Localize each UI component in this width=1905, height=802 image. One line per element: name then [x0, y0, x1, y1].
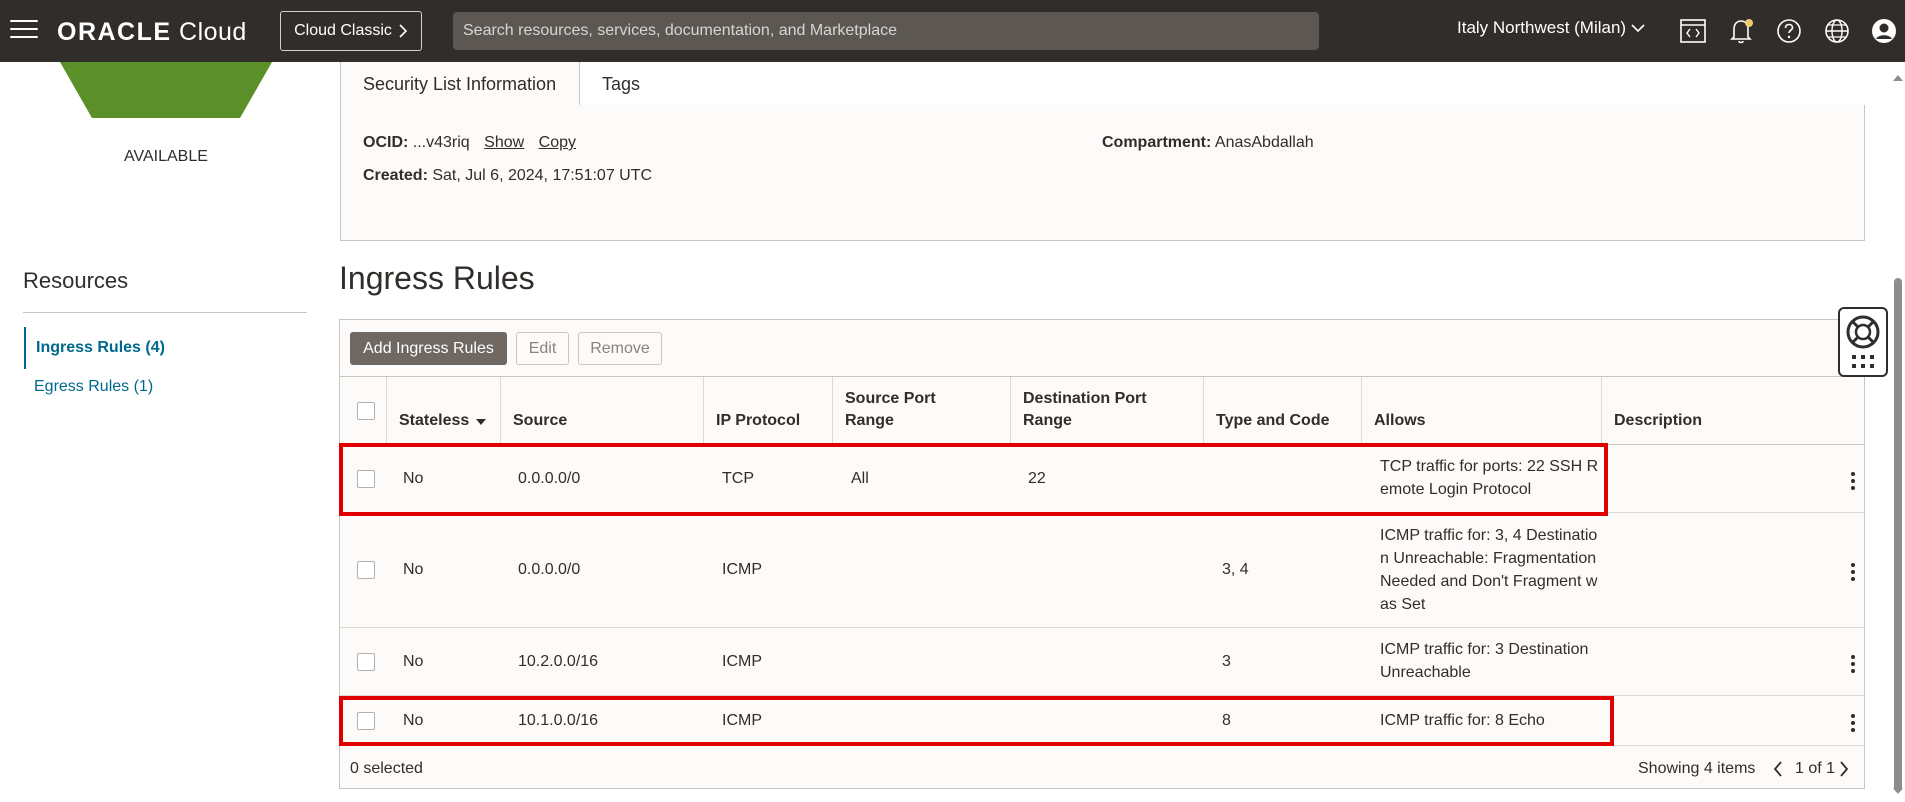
column-description: Description	[1601, 377, 1864, 445]
cell-stateless: No	[403, 653, 424, 670]
page-scrollbar[interactable]	[1889, 62, 1905, 802]
security-list-status-hexagon	[60, 62, 272, 118]
resources-title: Resources	[23, 268, 129, 293]
showing-count: Showing 4 items	[1638, 760, 1756, 777]
edit-button[interactable]: Edit	[516, 332, 569, 365]
tab-tags[interactable]: Tags	[580, 62, 662, 106]
scroll-up-icon[interactable]	[1892, 74, 1904, 82]
cell-allows: ICMP traffic for: 3, 4 Destination Unrea…	[1380, 527, 1598, 613]
select-all-header	[340, 377, 386, 445]
add-ingress-rules-button[interactable]: Add Ingress Rules	[350, 332, 507, 365]
column-destination-port-range: Destination Port Range	[1010, 377, 1203, 445]
table-row: No 10.2.0.0/16 ICMP 3 ICMP traffic for: …	[340, 628, 1864, 696]
highlight-box-ssh-rule	[339, 443, 1608, 516]
show-ocid-link[interactable]: Show	[484, 134, 524, 151]
sort-desc-icon	[476, 419, 487, 425]
cell-source: 10.2.0.0/16	[518, 653, 599, 670]
remove-button[interactable]: Remove	[578, 332, 662, 365]
ocid-field: OCID: ...v43riq Show Copy	[363, 134, 576, 151]
tab-security-list-information[interactable]: Security List Information	[340, 62, 580, 107]
compartment-field: Compartment: AnasAbdallah	[1102, 134, 1314, 151]
info-panel: OCID: ...v43riq Show Copy Created: Sat, …	[340, 105, 1865, 241]
cell-type-and-code: 3	[1222, 653, 1231, 670]
bell-icon[interactable]	[1727, 16, 1757, 46]
cloud-classic-button[interactable]: Cloud Classic	[280, 11, 422, 51]
search-input[interactable]: Search resources, services, documentatio…	[453, 12, 1319, 50]
row-actions-icon[interactable]	[1850, 655, 1856, 673]
column-allows: Allows	[1361, 377, 1601, 445]
oracle-cloud-logo[interactable]: ORACLE Cloud	[57, 18, 247, 47]
table-footer: 0 selected Showing 4 items 1 of 1	[340, 746, 1864, 790]
row-checkbox[interactable]	[357, 561, 375, 579]
table-header: Stateless Source IP Protocol Source Port…	[340, 377, 1864, 445]
copy-ocid-link[interactable]: Copy	[539, 134, 576, 151]
tab-bar: Security List Information Tags	[340, 62, 1865, 107]
column-source: Source	[500, 377, 703, 445]
lifebuoy-icon	[1846, 315, 1880, 368]
column-stateless[interactable]: Stateless	[386, 377, 500, 445]
column-source-port-range: Source Port Range	[832, 377, 1010, 445]
code-editor-icon[interactable]	[1678, 16, 1708, 46]
globe-icon[interactable]	[1822, 16, 1852, 46]
sidebar-item-ingress-rules[interactable]: Ingress Rules (4)	[24, 327, 165, 369]
cell-ip-protocol: ICMP	[722, 653, 762, 670]
highlight-box-echo-rule	[339, 696, 1614, 746]
scroll-down-icon[interactable]	[1892, 787, 1904, 795]
select-all-checkbox[interactable]	[357, 402, 375, 420]
column-type-and-code: Type and Code	[1203, 377, 1361, 445]
previous-page-icon[interactable]	[1772, 760, 1784, 778]
help-widget[interactable]	[1838, 307, 1888, 377]
created-field: Created: Sat, Jul 6, 2024, 17:51:07 UTC	[363, 167, 653, 184]
menu-icon[interactable]	[10, 20, 38, 42]
cell-source: 0.0.0.0/0	[518, 561, 581, 578]
section-title: Ingress Rules	[339, 260, 535, 296]
status-label: AVAILABLE	[124, 148, 208, 165]
top-navigation-bar: ORACLE Cloud Cloud Classic Search resour…	[0, 0, 1905, 62]
cell-type-and-code: 3, 4	[1222, 561, 1249, 578]
cell-allows: ICMP traffic for: 3 Destination Unreacha…	[1380, 641, 1589, 681]
chevron-down-icon	[1631, 24, 1645, 33]
user-icon[interactable]	[1869, 16, 1899, 46]
row-actions-icon[interactable]	[1850, 563, 1856, 581]
divider	[23, 312, 307, 313]
pagination-label: 1 of 1	[1795, 760, 1836, 777]
cell-stateless: No	[403, 561, 424, 578]
help-icon[interactable]	[1774, 16, 1804, 46]
cell-ip-protocol: ICMP	[722, 561, 762, 578]
table-toolbar: Add Ingress Rules Edit Remove	[340, 320, 1864, 377]
row-actions-icon[interactable]	[1850, 714, 1856, 732]
scroll-thumb[interactable]	[1894, 278, 1902, 792]
row-checkbox[interactable]	[357, 653, 375, 671]
region-selector[interactable]: Italy Northwest (Milan)	[1457, 18, 1646, 38]
chevron-right-icon	[399, 24, 408, 38]
table-row: No 0.0.0.0/0 ICMP 3, 4 ICMP traffic for:…	[340, 513, 1864, 628]
selected-count: 0 selected	[350, 760, 423, 777]
column-ip-protocol: IP Protocol	[703, 377, 832, 445]
next-page-icon[interactable]	[1838, 760, 1850, 778]
row-actions-icon[interactable]	[1850, 472, 1856, 490]
sidebar-item-egress-rules[interactable]: Egress Rules (1)	[24, 378, 153, 396]
